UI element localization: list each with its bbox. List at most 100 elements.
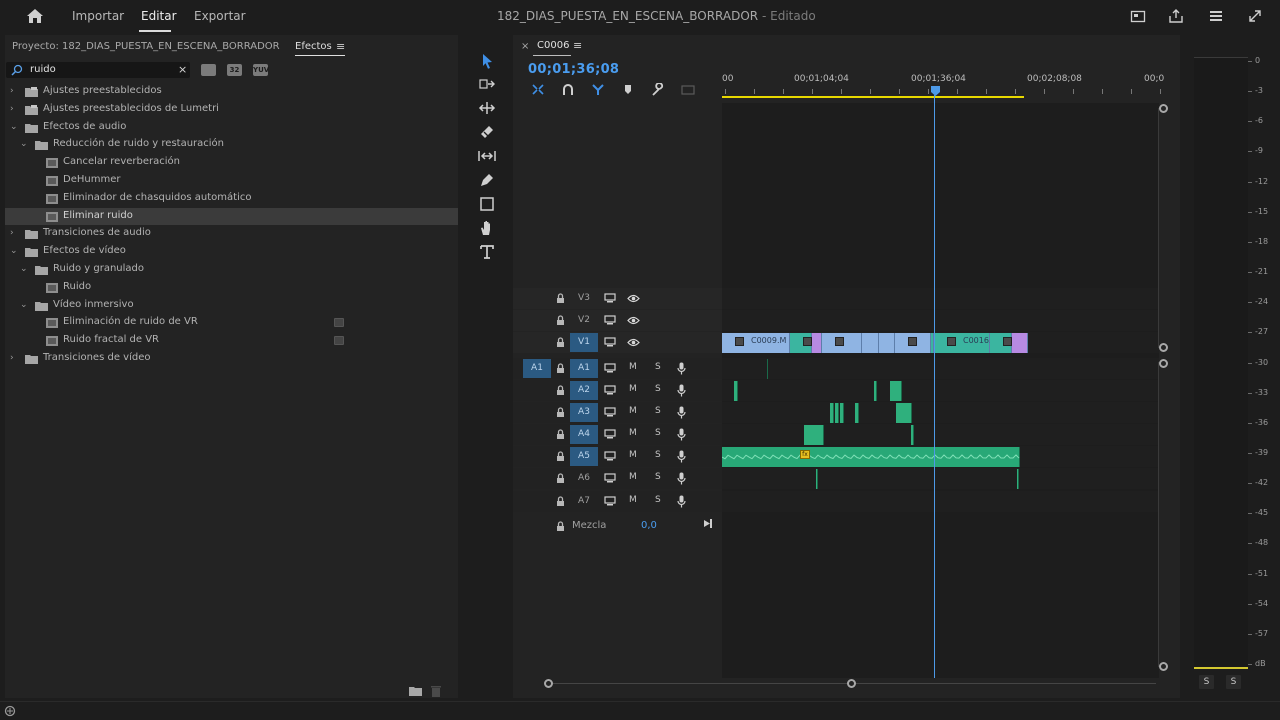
microphone-icon[interactable] <box>677 450 686 463</box>
home-icon[interactable] <box>26 8 44 24</box>
track-lane[interactable] <box>722 468 1159 489</box>
effect-folder[interactable]: › Ajustes preestablecidos <box>5 83 458 100</box>
lock-icon[interactable] <box>556 429 565 440</box>
solo-left-button[interactable]: S <box>1199 675 1214 689</box>
audio-zoom-handle-bottom[interactable] <box>1159 662 1168 671</box>
32-bit-filter-icon[interactable]: 32 <box>227 64 242 76</box>
track-lane[interactable] <box>722 380 1159 401</box>
track-target-toggle[interactable]: A2 <box>570 381 598 400</box>
effect-folder[interactable]: ⌄ Efectos de audio <box>5 119 458 136</box>
microphone-icon[interactable] <box>677 428 686 441</box>
chevron-down-icon[interactable]: ⌄ <box>20 139 28 149</box>
video-clip[interactable] <box>862 333 879 353</box>
audio-clip[interactable] <box>911 425 914 445</box>
track-lane[interactable] <box>722 358 1159 379</box>
lock-icon[interactable] <box>556 385 565 396</box>
sync-lock-icon[interactable] <box>604 451 616 461</box>
mute-button[interactable]: M <box>629 450 637 460</box>
video-clip[interactable]: C0016.M <box>934 333 998 353</box>
sync-lock-icon[interactable] <box>604 473 616 483</box>
audio-clip[interactable] <box>830 403 834 423</box>
timeline-settings-icon[interactable] <box>651 83 665 96</box>
microphone-icon[interactable] <box>677 495 686 508</box>
effect-item[interactable]: Cancelar reverberación <box>5 154 458 171</box>
solo-button[interactable]: S <box>655 428 661 438</box>
video-zoom-handle-bottom[interactable] <box>1159 343 1168 352</box>
effect-item[interactable]: Ruido <box>5 279 458 296</box>
chevron-down-icon[interactable]: ⌄ <box>20 264 28 274</box>
video-vertical-scrollbar[interactable] <box>1158 108 1159 348</box>
chevron-down-icon[interactable]: ⌄ <box>20 300 28 310</box>
sync-lock-icon[interactable] <box>604 337 616 347</box>
lock-icon[interactable] <box>556 363 565 374</box>
sequence-tab[interactable]: C0006 <box>537 40 569 51</box>
eye-icon[interactable] <box>627 294 640 303</box>
solo-button[interactable]: S <box>655 472 661 482</box>
nest-sequence-icon[interactable] <box>531 83 545 96</box>
chevron-down-icon[interactable]: ⌄ <box>10 246 18 256</box>
sync-lock-icon[interactable] <box>604 407 616 417</box>
effect-folder[interactable]: ⌄ Reducción de ruido y restauración <box>5 136 458 153</box>
eye-icon[interactable] <box>627 316 640 325</box>
video-clip[interactable] <box>790 333 812 353</box>
microphone-icon[interactable] <box>677 362 686 375</box>
mute-button[interactable]: M <box>629 406 637 416</box>
sync-lock-icon[interactable] <box>604 315 616 325</box>
solo-button[interactable]: S <box>655 495 661 505</box>
microphone-icon[interactable] <box>677 472 686 485</box>
linked-selection-icon[interactable] <box>591 83 605 96</box>
video-zoom-handle-top[interactable] <box>1159 104 1168 113</box>
chevron-down-icon[interactable]: ⌄ <box>10 122 18 132</box>
fullscreen-icon[interactable] <box>1247 8 1263 24</box>
audio-clip[interactable] <box>1017 469 1019 489</box>
mute-button[interactable]: M <box>629 472 637 482</box>
track-select-forward-tool-icon[interactable] <box>478 75 496 93</box>
nav-import[interactable]: Importar <box>72 9 124 23</box>
ripple-edit-tool-icon[interactable] <box>478 99 496 117</box>
background-tasks-icon[interactable] <box>4 705 16 717</box>
video-clip[interactable] <box>812 333 822 353</box>
project-tab[interactable]: Proyecto: 182_DIAS_PUESTA_EN_ESCENA_BORR… <box>12 41 280 52</box>
hand-tool-icon[interactable] <box>478 219 496 237</box>
lock-icon[interactable] <box>556 337 565 348</box>
audio-clip[interactable] <box>890 381 902 401</box>
solo-button[interactable]: S <box>655 406 661 416</box>
effect-folder[interactable]: ⌄ Efectos de vídeo <box>5 243 458 260</box>
track-lane[interactable] <box>722 491 1159 512</box>
chevron-right-icon[interactable]: › <box>10 228 14 238</box>
track-target-toggle[interactable]: V1 <box>570 333 598 352</box>
solo-button[interactable]: S <box>655 384 661 394</box>
sync-lock-icon[interactable] <box>604 363 616 373</box>
razor-tool-icon[interactable] <box>478 123 496 141</box>
sync-lock-icon[interactable] <box>604 385 616 395</box>
audio-clip[interactable] <box>874 381 877 401</box>
horizontal-zoom-handle-right[interactable] <box>847 679 856 688</box>
rectangle-tool-icon[interactable] <box>478 195 496 213</box>
audio-clip[interactable] <box>734 381 738 401</box>
slip-tool-icon[interactable] <box>478 147 496 165</box>
selection-tool-icon[interactable] <box>478 52 496 70</box>
type-tool-icon[interactable] <box>478 243 496 261</box>
go-to-end-icon[interactable] <box>704 519 714 528</box>
audio-zoom-handle-top[interactable] <box>1159 359 1168 368</box>
track-lane[interactable] <box>722 402 1159 423</box>
sync-lock-icon[interactable] <box>604 293 616 303</box>
effect-item[interactable]: DeHummer <box>5 172 458 189</box>
track-target-toggle[interactable]: A7 <box>570 492 598 511</box>
solo-button[interactable]: S <box>655 362 661 372</box>
track-target-toggle[interactable]: A4 <box>570 425 598 444</box>
add-marker-icon[interactable] <box>621 83 635 96</box>
effect-folder[interactable]: › Ajustes preestablecidos de Lumetri <box>5 101 458 118</box>
share-icon[interactable] <box>1168 8 1184 24</box>
source-patch[interactable]: A1 <box>523 359 551 378</box>
sequence-menu-icon[interactable]: ≡ <box>573 39 582 52</box>
quick-export-icon[interactable] <box>1130 8 1146 24</box>
nav-edit[interactable]: Editar <box>141 9 177 23</box>
accelerated-effects-filter-icon[interactable] <box>201 64 216 76</box>
mute-button[interactable]: M <box>629 428 637 438</box>
nav-export[interactable]: Exportar <box>194 9 246 23</box>
playhead-line[interactable] <box>934 95 935 678</box>
video-clip[interactable] <box>879 333 895 353</box>
audio-vertical-scrollbar[interactable] <box>1158 362 1159 667</box>
pen-tool-icon[interactable] <box>478 171 496 189</box>
